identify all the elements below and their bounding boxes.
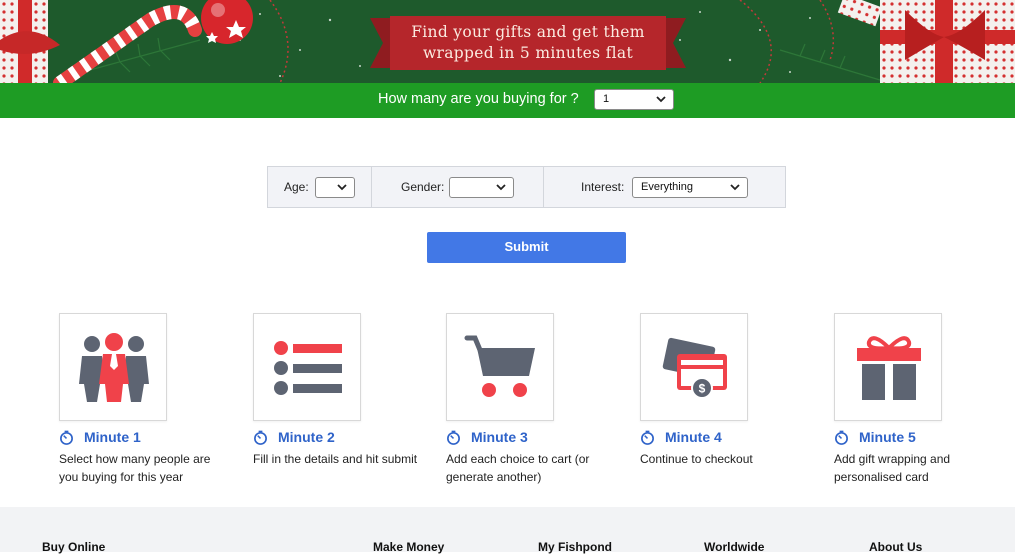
step-description: Fill in the details and hit submit [253,452,418,466]
christmas-banner: Find your gifts and get them wrapped in … [0,0,1015,83]
buying-for-select-value: 1 [603,93,610,105]
filter-divider [543,167,544,207]
age-select[interactable] [315,177,355,198]
chevron-down-icon [337,184,347,191]
buying-for-label: How many are you buying for ? [378,91,579,107]
stopwatch-icon [641,430,654,445]
step-icon-box [59,313,167,421]
step-minute-1: Minute 1 Select how many people are you … [59,313,229,484]
submit-button[interactable]: Submit [427,232,626,263]
step-description: Continue to checkout [640,452,753,466]
gender-select[interactable] [449,177,514,198]
chevron-down-icon [496,184,506,191]
footer: Buy Online Make Money My Fishpond Worldw… [0,507,1015,554]
step-title: Minute 1 [84,429,141,445]
interest-label: Interest: [581,180,625,194]
step-icon-box: $ [640,313,748,421]
gift-icon [857,336,921,400]
step-description: Add gift wrapping and personalised card [834,452,951,484]
stopwatch-icon [835,430,848,445]
step-title: Minute 2 [278,429,335,445]
stopwatch-icon [60,430,73,445]
stopwatch-icon [254,430,267,445]
step-icon-box [253,313,361,421]
step-title: Minute 5 [859,429,916,445]
buying-for-select[interactable]: 1 [594,89,674,110]
step-description: Add each choice to cart (or generate ano… [446,452,590,484]
banner-tagline-line1: Find your gifts and get them [411,23,645,41]
step-title: Minute 3 [471,429,528,445]
cart-icon [464,335,535,397]
age-label: Age: [284,180,309,194]
gender-label: Gender: [401,180,445,194]
filter-divider [371,167,372,207]
interest-select-value: Everything [641,181,693,193]
interest-select[interactable]: Everything [632,177,748,198]
banner-tagline-line2: wrapped in 5 minutes flat [422,44,633,62]
step-minute-4: $ Minute 4 Continue to checkout [640,313,810,466]
people-icon [79,333,149,402]
step-title: Minute 4 [665,429,722,445]
buying-for-bar: How many are you buying for ? [0,83,1015,118]
svg-text:$: $ [699,382,706,396]
list-icon [274,341,342,395]
banner-tagline: Find your gifts and get them wrapped in … [400,22,656,64]
stopwatch-icon [447,430,460,445]
step-description: Select how many people are you buying fo… [59,452,211,484]
step-minute-2: Minute 2 Fill in the details and hit sub… [253,313,423,466]
chevron-down-icon [656,96,666,103]
chevron-down-icon [730,184,740,191]
step-icon-box [834,313,942,421]
payment-card-icon: $ [662,337,727,399]
step-minute-3: Minute 3 Add each choice to cart (or gen… [446,313,616,484]
step-minute-5: Minute 5 Add gift wrapping and personali… [834,313,1004,484]
step-icon-box [446,313,554,421]
